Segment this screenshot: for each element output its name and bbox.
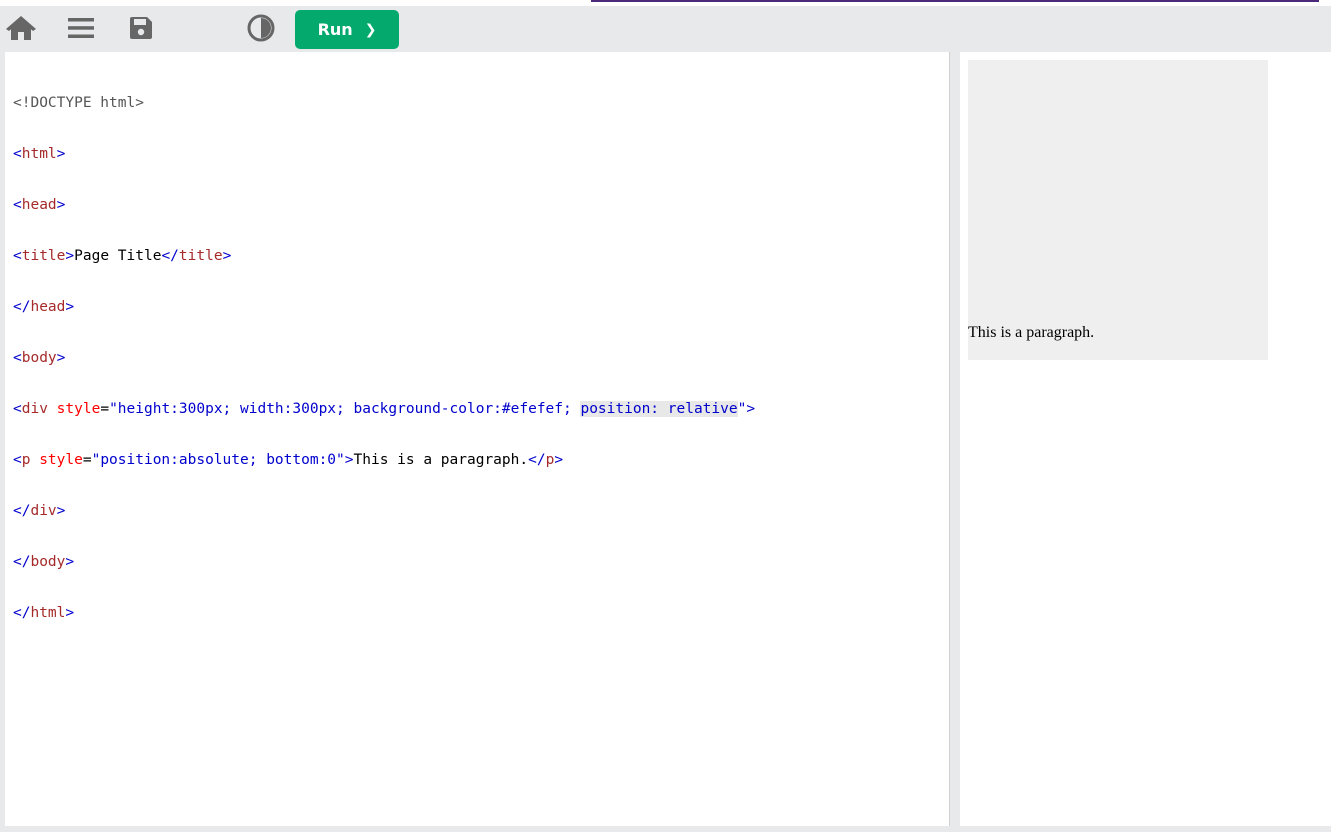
save-icon[interactable] <box>121 12 161 44</box>
code-line: <p style="position:absolute; bottom:0">T… <box>13 452 564 468</box>
toolbar: Run ❯ <box>0 6 1331 52</box>
code-editor[interactable]: <!DOCTYPE html> <html> <head> <title>Pag… <box>5 52 950 826</box>
chevron-right-icon: ❯ <box>364 21 377 38</box>
demo-box: This is a paragraph. <box>968 60 1268 360</box>
code-line: <body> <box>13 350 66 366</box>
code-line: </head> <box>13 299 75 315</box>
code-area[interactable]: <!DOCTYPE html> <html> <head> <title>Pag… <box>13 61 755 656</box>
top-accent-bar <box>591 0 1319 2</box>
code-line: <head> <box>13 197 66 213</box>
menu-icon[interactable] <box>61 12 101 44</box>
contrast-icon[interactable] <box>241 12 281 44</box>
code-line: </div> <box>13 503 66 519</box>
selected-text: position: relative <box>580 401 738 417</box>
result-preview: This is a paragraph. <box>960 52 1331 826</box>
home-icon[interactable] <box>1 12 41 44</box>
run-button-label: Run <box>317 20 353 39</box>
run-button[interactable]: Run ❯ <box>295 10 399 49</box>
code-line: </body> <box>13 554 75 570</box>
demo-paragraph: This is a paragraph. <box>968 324 1095 341</box>
code-line: <div style="height:300px; width:300px; b… <box>13 401 756 417</box>
code-line: <html> <box>13 146 66 162</box>
code-line: <!DOCTYPE html> <box>13 95 144 111</box>
code-line: <title>Page Title</title> <box>13 248 232 264</box>
code-line: </html> <box>13 605 75 621</box>
